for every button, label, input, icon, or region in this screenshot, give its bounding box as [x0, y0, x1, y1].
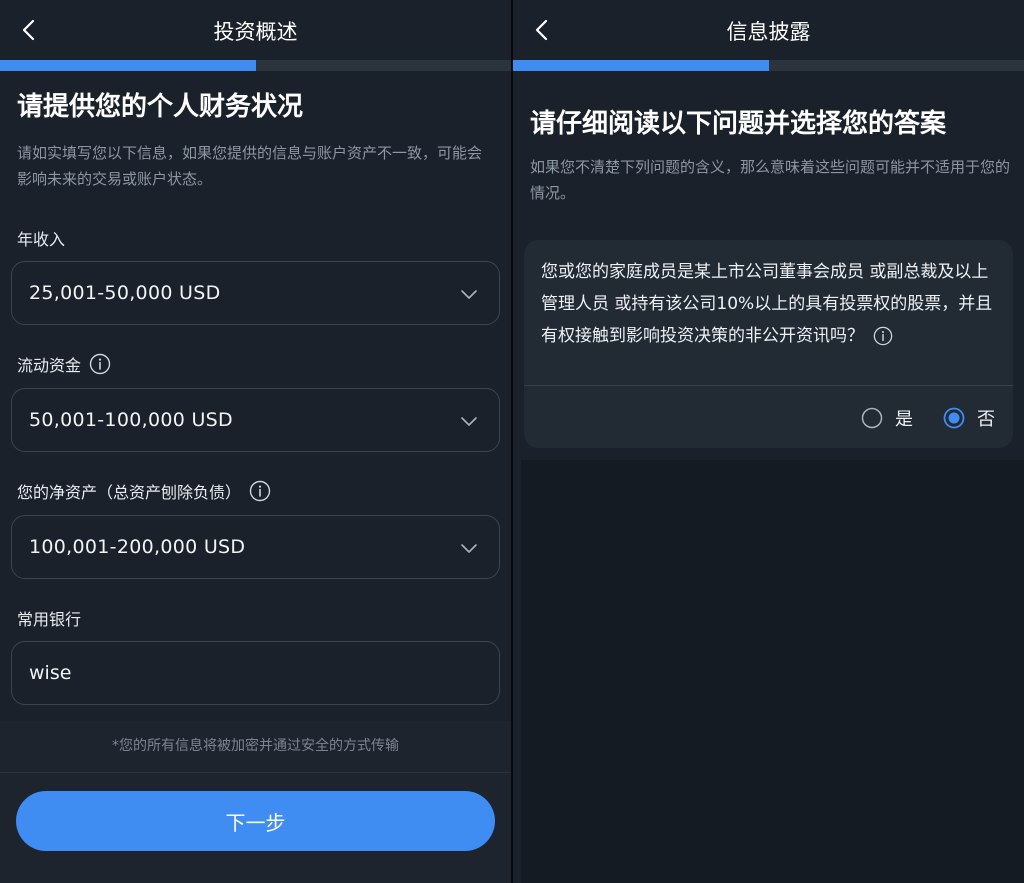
- progress-bar: [0, 60, 511, 71]
- info-icon[interactable]: [249, 480, 271, 502]
- nav-bar: 投资概述: [0, 0, 511, 60]
- liquid-assets-value: 50,001-100,000 USD: [29, 409, 233, 431]
- liquid-assets-label-text: 流动资金: [17, 356, 82, 375]
- net-worth-select[interactable]: 100,001-200,000 USD: [11, 515, 500, 579]
- info-icon[interactable]: [873, 326, 893, 346]
- option-yes-label: 是: [895, 409, 913, 430]
- nav-bar: 信息披露: [513, 0, 1024, 60]
- info-icon[interactable]: [89, 353, 111, 375]
- answer-options: 是 否: [861, 405, 995, 431]
- progress-bar: [513, 60, 1024, 71]
- next-button[interactable]: 下一步: [16, 791, 495, 851]
- chevron-down-icon: [459, 538, 479, 558]
- chevron-down-icon: [459, 411, 479, 431]
- section-heading: 请仔细阅读以下问题并选择您的答案: [530, 109, 947, 139]
- bank-input[interactable]: [11, 641, 500, 705]
- bank-label-text: 常用银行: [17, 610, 82, 629]
- question-text: 您或您的家庭成员是某上市公司董事会成员 或副总裁及以上管理人员 或持有该公司10…: [541, 256, 1003, 352]
- section-heading: 请提供您的个人财务状况: [17, 92, 304, 122]
- radio-selected-icon[interactable]: [943, 407, 965, 429]
- option-yes[interactable]: 是: [861, 405, 913, 431]
- page-title: 投资概述: [213, 20, 298, 44]
- chevron-down-icon: [459, 284, 479, 304]
- footer: *您的所有信息将被加密并通过安全的方式传输 下一步: [0, 721, 511, 883]
- disclosure-screen: 信息披露 请仔细阅读以下问题并选择您的答案 如果您不清楚下列问题的含义，那么意味…: [513, 0, 1024, 883]
- screens: 投资概述 请提供您的个人财务状况 请如实填写您以下信息，如果您提供的信息与账户资…: [0, 0, 1024, 883]
- question-label: 您或您的家庭成员是某上市公司董事会成员 或副总裁及以上管理人员 或持有该公司10…: [541, 262, 993, 346]
- annual-income-value: 25,001-50,000 USD: [29, 282, 221, 304]
- annual-income-label: 年收入: [17, 226, 65, 250]
- section-subtitle: 请如实填写您以下信息，如果您提供的信息与账户资产不一致，可能会影响未来的交易或账…: [17, 144, 483, 188]
- option-no-label: 否: [977, 409, 995, 430]
- net-worth-label-text: 您的净资产（总资产刨除负债）: [17, 483, 242, 502]
- question-card: 您或您的家庭成员是某上市公司董事会成员 或副总裁及以上管理人员 或持有该公司10…: [524, 240, 1013, 448]
- empty-area: [521, 460, 1024, 883]
- net-worth-value: 100,001-200,000 USD: [29, 536, 246, 558]
- annual-income-select[interactable]: 25,001-50,000 USD: [11, 261, 500, 325]
- net-worth-label: 您的净资产（总资产刨除负债）: [17, 479, 271, 503]
- radio-unselected-icon[interactable]: [861, 407, 883, 429]
- footer-divider: [0, 772, 511, 773]
- annual-income-label-text: 年收入: [17, 230, 66, 249]
- section-subtitle: 如果您不清楚下列问题的含义，那么意味着这些问题可能并不适用于您的情况。: [530, 158, 1011, 202]
- liquid-assets-select[interactable]: 50,001-100,000 USD: [11, 388, 500, 452]
- liquid-assets-label: 流动资金: [17, 352, 111, 376]
- card-divider: [524, 385, 1013, 386]
- secure-note: *您的所有信息将被加密并通过安全的方式传输: [112, 738, 399, 754]
- progress-fill: [0, 60, 256, 71]
- investment-overview-screen: 投资概述 请提供您的个人财务状况 请如实填写您以下信息，如果您提供的信息与账户资…: [0, 0, 511, 883]
- bank-label: 常用银行: [17, 606, 81, 630]
- progress-fill: [513, 60, 769, 71]
- option-no[interactable]: 否: [943, 405, 995, 431]
- page-title: 信息披露: [726, 20, 811, 44]
